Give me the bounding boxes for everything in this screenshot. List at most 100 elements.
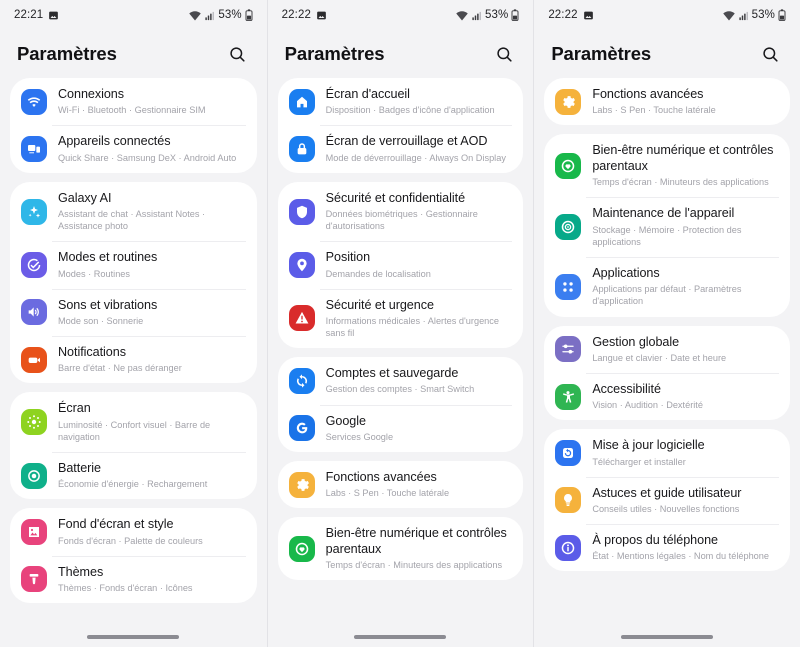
wifi-icon [456, 10, 468, 21]
pin-icon [288, 251, 315, 278]
settings-row[interactable]: Mise à jour logicielle Télécharger et ins… [548, 429, 786, 476]
settings-row[interactable]: Bien-être numérique et contrôles parenta… [282, 517, 520, 580]
settings-row-title: Sécurité et confidentialité [325, 190, 466, 205]
sliders-icon [555, 336, 582, 363]
settings-row-title: Accessibilité [592, 381, 661, 396]
navigation-bar [268, 627, 534, 647]
settings-row-title: Comptes et sauvegarde [325, 366, 459, 381]
settings-row-text: Bien-être numérique et contrôles parenta… [592, 143, 778, 188]
status-time: 22:22 [281, 9, 311, 21]
settings-row[interactable]: Galaxy AI Assistant de chat · Assistant N… [14, 182, 253, 242]
settings-row-subtitle: Disposition · Badges d'icône d'applicati… [325, 105, 495, 116]
settings-row-subtitle: Luminosité · Confort visuel · Barre de n… [58, 419, 211, 442]
settings-list[interactable]: Connexions Wi-Fi · Bluetooth · Gestionnai… [0, 78, 267, 647]
settings-group-card: Bien-être numérique et contrôles parenta… [544, 134, 790, 317]
settings-row[interactable]: Maintenance de l'appareil Stockage · Mémo… [548, 197, 786, 257]
gear-icon [555, 88, 582, 115]
home-gesture-handle[interactable] [621, 635, 714, 639]
devices-icon [21, 136, 47, 163]
settings-row[interactable]: À propos du téléphone État · Mentions lég… [548, 524, 786, 571]
settings-list[interactable]: Fonctions avancées Labs · S Pen · Touche … [534, 78, 800, 647]
settings-row[interactable]: Écran de verrouillage et AOD Mode de déve… [282, 125, 520, 172]
signal-icon [471, 10, 482, 21]
settings-row-text: À propos du téléphone État · Mentions lég… [592, 533, 778, 562]
battery-icon [778, 9, 786, 21]
settings-row-text: Gestion globale Langue et clavier · Date … [592, 335, 778, 364]
settings-row[interactable]: Fonctions avancées Labs · S Pen · Touche … [282, 461, 520, 508]
settings-row[interactable]: Fonctions avancées Labs · S Pen · Touche … [548, 78, 786, 125]
brush-icon [21, 566, 47, 593]
settings-row[interactable]: Astuces et guide utilisateur Conseils uti… [548, 476, 786, 524]
status-bar: 22:22 53% [268, 0, 534, 30]
settings-row-title: Modes et routines [58, 250, 158, 265]
settings-row[interactable]: Applications Applications par défaut · Pa… [548, 257, 786, 317]
home-gesture-handle[interactable] [354, 635, 447, 639]
home-icon [288, 88, 315, 115]
column-2: 22:22 53% Paramètres Écran d'accueil Disposi… [266, 0, 534, 647]
settings-row-text: Batterie Économie d'énergie · Rechargemen… [58, 461, 245, 490]
settings-row-subtitle: Informations médicales · Alertes d'urgen… [325, 315, 499, 339]
settings-row-title: Sécurité et urgence [325, 297, 434, 312]
status-time: 22:22 [548, 9, 578, 21]
gear-icon [288, 471, 315, 498]
settings-row-text: Écran d'accueil Disposition · Badges d'ic… [326, 87, 512, 116]
settings-row-title: Écran d'accueil [325, 87, 410, 101]
settings-row-text: Écran Luminosité · Confort visuel · Barre… [58, 401, 245, 443]
navigation-bar [0, 627, 267, 647]
settings-row[interactable]: Batterie Économie d'énergie · Rechargemen… [14, 451, 253, 499]
settings-row[interactable]: Connexions Wi-Fi · Bluetooth · Gestionnai… [14, 78, 253, 125]
settings-row[interactable]: Sons et vibrations Mode son · Sonnerie [14, 288, 253, 336]
settings-row[interactable]: Écran d'accueil Disposition · Badges d'ic… [282, 78, 520, 125]
settings-row[interactable]: Modes et routines Modes · Routines [14, 241, 253, 288]
settings-row-text: Thèmes Thèmes · Fonds d'écran · Icônes [58, 565, 245, 594]
settings-row-subtitle: Stockage · Mémoire · Protection des appl… [592, 224, 742, 247]
settings-row[interactable]: Bien-être numérique et contrôles parenta… [548, 134, 786, 197]
settings-row[interactable]: Accessibilité Vision · Audition · Dextéri… [548, 372, 786, 420]
search-icon[interactable] [758, 41, 784, 67]
settings-list[interactable]: Écran d'accueil Disposition · Badges d'ic… [268, 78, 534, 647]
bell-icon [21, 346, 47, 373]
settings-row-subtitle: Mode de déverrouillage · Always On Displ… [325, 152, 506, 163]
page-title: Paramètres [17, 43, 117, 64]
settings-row[interactable]: Thèmes Thèmes · Fonds d'écran · Icônes [14, 555, 253, 603]
settings-row-text: Sécurité et confidentialité Données biomé… [326, 191, 512, 233]
settings-row-title: Astuces et guide utilisateur [592, 485, 742, 500]
sparkle-icon [21, 198, 47, 225]
search-icon[interactable] [225, 41, 251, 67]
battery-ring-icon [21, 462, 47, 489]
brightness-icon [21, 409, 47, 436]
settings-row[interactable]: Gestion globale Langue et clavier · Date … [548, 326, 786, 373]
settings-row[interactable]: Notifications Barre d'état · Ne pas déran… [14, 336, 253, 383]
settings-row[interactable]: Appareils connectés Quick Share · Samsung… [14, 125, 253, 172]
settings-row-subtitle: Conseils utiles · Nouvelles fonctions [592, 503, 740, 514]
settings-row-subtitle: Applications par défaut · Paramètres d'a… [592, 284, 742, 307]
settings-row-title: Fonctions avancées [325, 469, 437, 484]
status-bar: 22:22 53% [534, 0, 800, 30]
battery-icon [245, 9, 253, 21]
settings-row-title: Écran [58, 401, 91, 416]
settings-row[interactable]: Google Services Google [282, 404, 520, 452]
settings-row-subtitle: Télécharger et installer [592, 456, 686, 467]
gallery-icon [48, 10, 59, 21]
settings-row[interactable]: Comptes et sauvegarde Gestion des comptes… [282, 357, 520, 404]
speaker-icon [21, 299, 47, 326]
settings-row-text: Fonctions avancées Labs · S Pen · Touche … [592, 87, 778, 116]
settings-group-card: Comptes et sauvegarde Gestion des comptes… [277, 357, 524, 452]
settings-row[interactable]: Position Demandes de localisation [282, 241, 520, 288]
apps-grid-icon [555, 273, 582, 300]
battery-percentage: 53% [484, 9, 509, 21]
settings-row[interactable]: Sécurité et confidentialité Données biomé… [282, 182, 520, 242]
settings-row-title: Fonctions avancées [592, 87, 704, 101]
settings-row[interactable]: Fond d'écran et style Fonds d'écran · Pal… [14, 508, 253, 555]
settings-row-text: Modes et routines Modes · Routines [58, 250, 245, 279]
settings-row[interactable]: Sécurité et urgence Informations médicale… [282, 288, 520, 349]
search-icon[interactable] [491, 41, 517, 67]
settings-group-card: Gestion globale Langue et clavier · Date … [544, 325, 790, 421]
home-gesture-handle[interactable] [87, 635, 180, 639]
settings-row-title: Sons et vibrations [58, 297, 158, 312]
settings-row-title: Position [325, 250, 371, 265]
settings-row[interactable]: Écran Luminosité · Confort visuel · Barre… [14, 392, 253, 452]
settings-row-text: Sons et vibrations Mode son · Sonnerie [58, 298, 245, 327]
settings-row-subtitle: Labs · S Pen · Touche latérale [325, 488, 450, 499]
settings-group-card: Écran d'accueil Disposition · Badges d'ic… [277, 78, 524, 173]
